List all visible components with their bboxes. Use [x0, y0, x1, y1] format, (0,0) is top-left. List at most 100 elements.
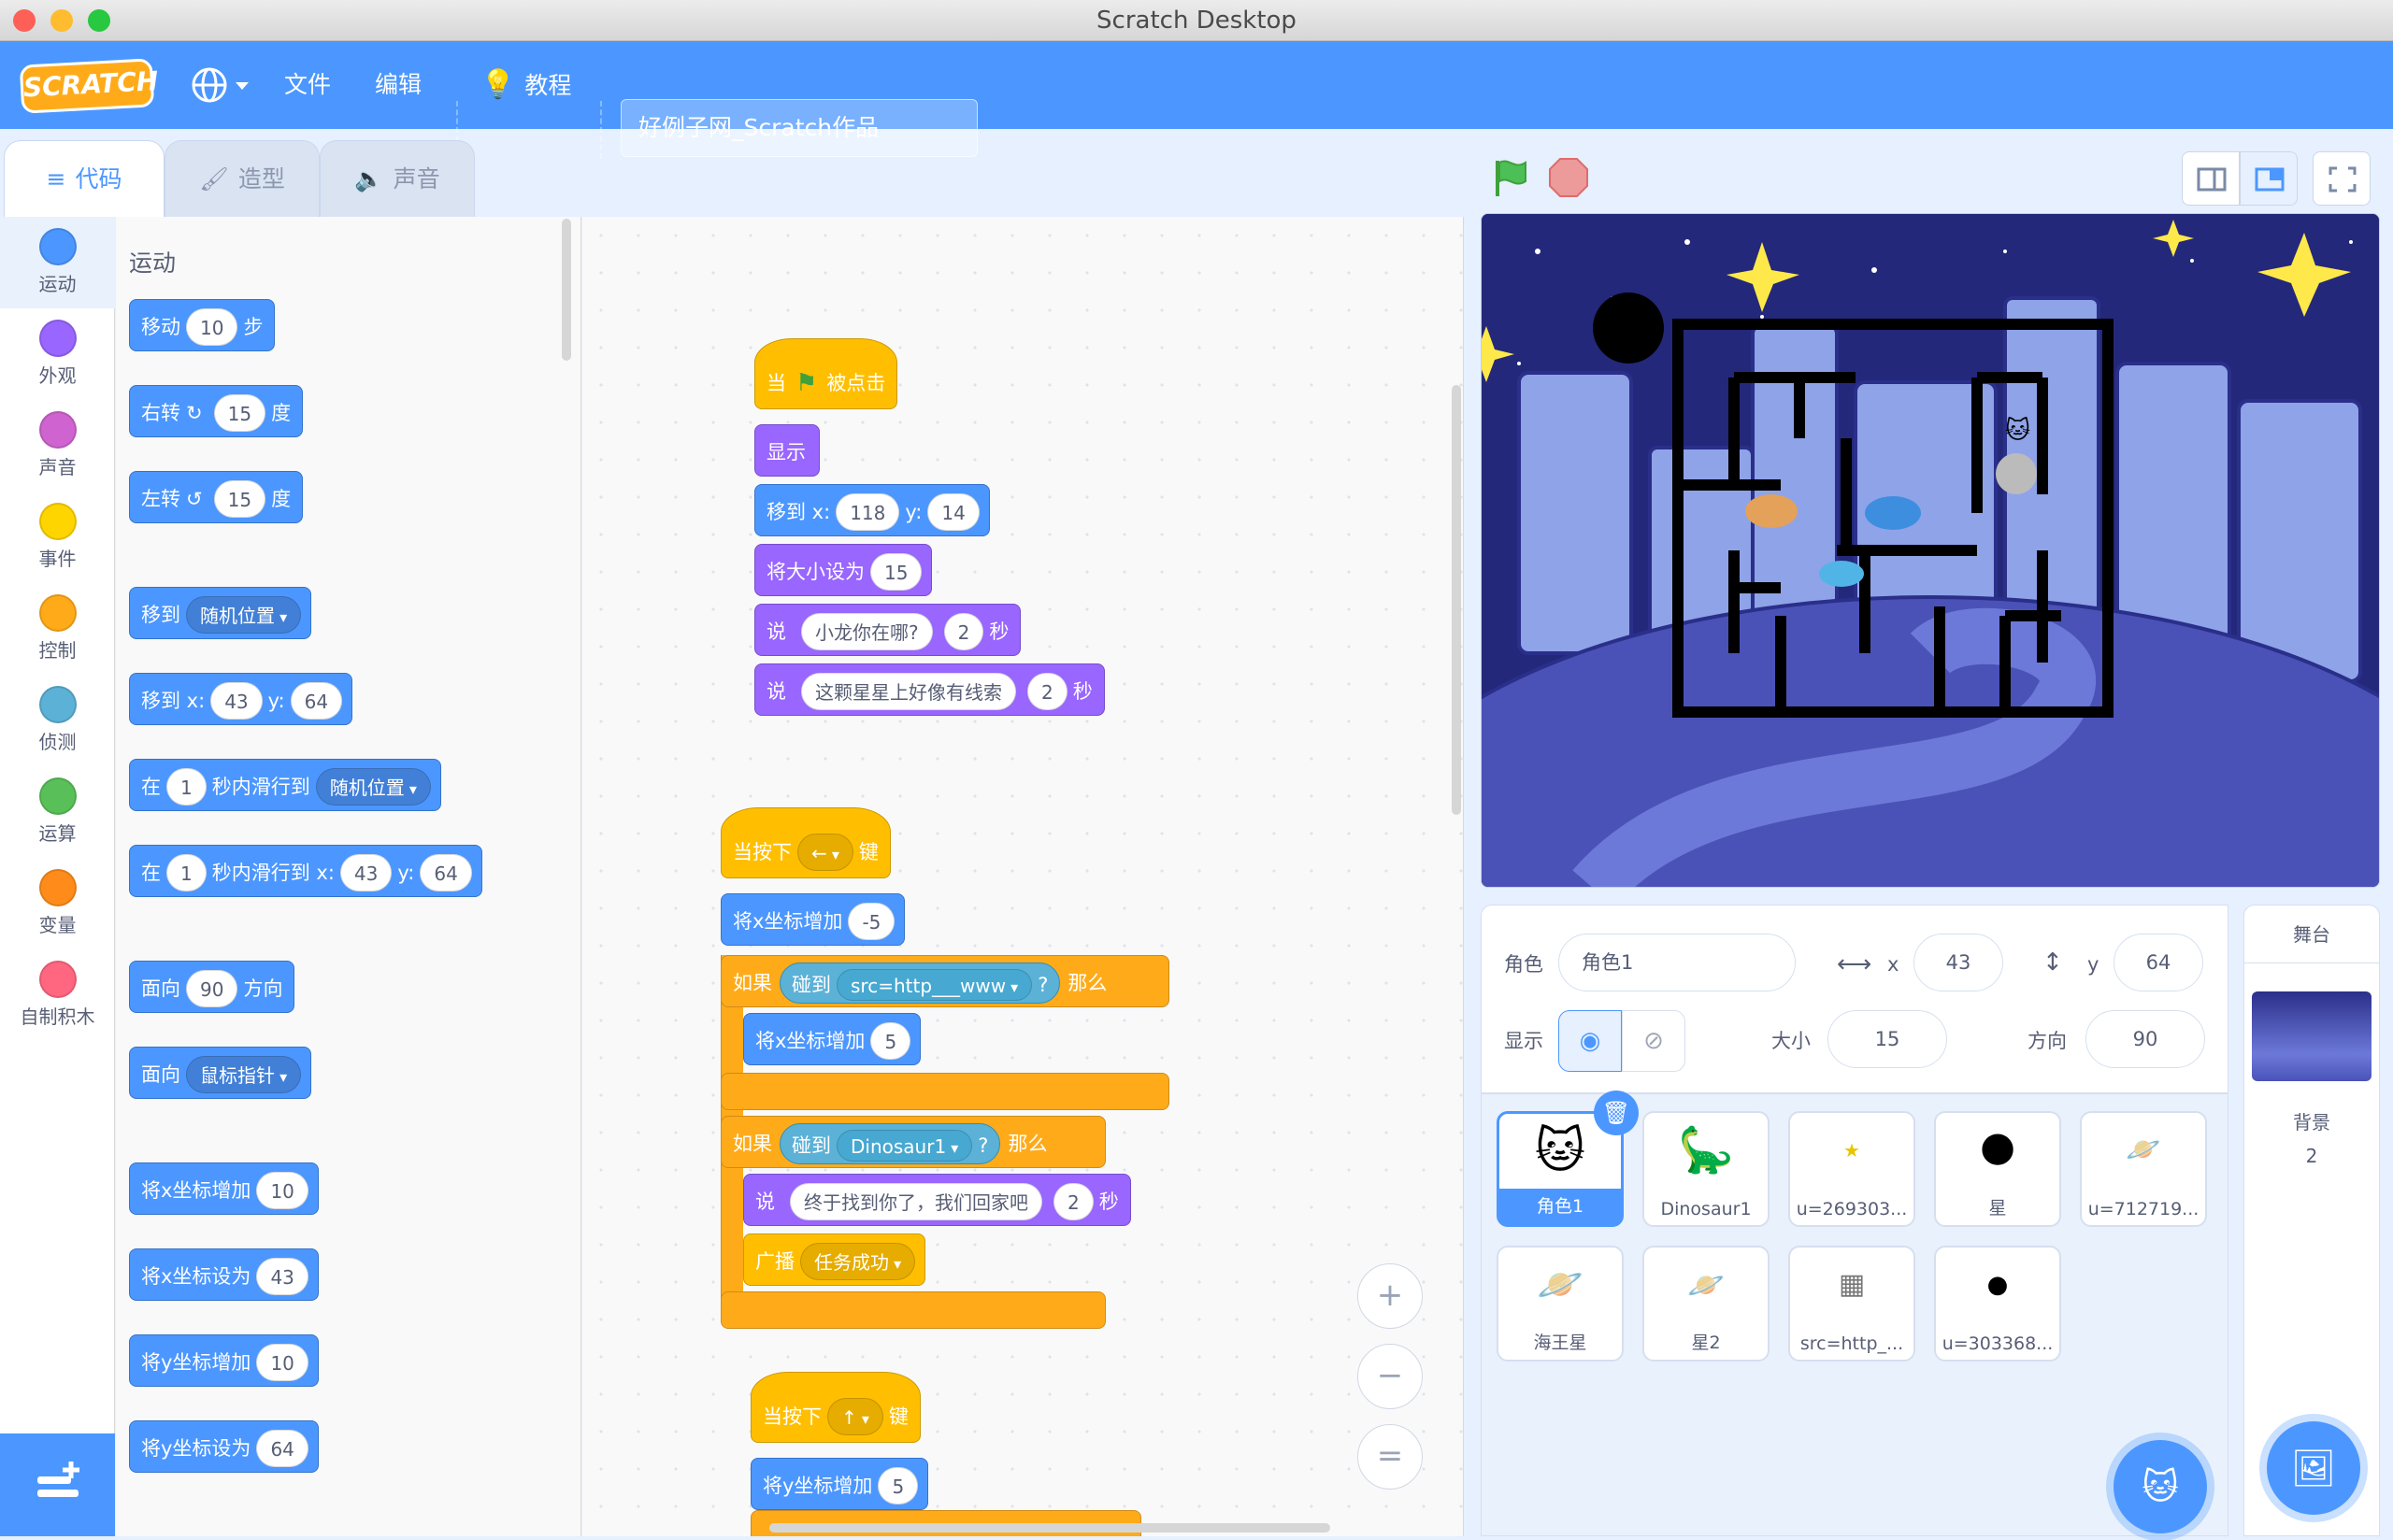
block-dropdown[interactable]: Dinosaur1	[837, 1130, 973, 1162]
block-say-for-secs[interactable]: 说小龙你在哪? 2 秒	[754, 604, 1022, 656]
block-broadcast[interactable]: 广播 任务成功	[743, 1233, 926, 1286]
category-control[interactable]: 控制	[0, 583, 115, 675]
block-dropdown[interactable]: 鼠标指针	[186, 1056, 302, 1093]
block-number-input[interactable]: 1	[166, 768, 207, 806]
block-number-input[interactable]: 14	[927, 493, 980, 531]
category-looks[interactable]: 外观	[0, 308, 115, 400]
block-dropdown[interactable]: 随机位置	[186, 596, 302, 634]
block-go-to-xy[interactable]: 移到 x: 118 y: 14	[754, 484, 990, 536]
category-sound[interactable]: 声音	[0, 400, 115, 492]
block-if-then[interactable]: 如果碰到 src=http___www? 那么	[721, 955, 1169, 1007]
block-number-input[interactable]: 1	[166, 854, 207, 891]
small-stage-button[interactable]	[2182, 151, 2240, 206]
category-variables[interactable]: 变量	[0, 858, 115, 949]
block-point-direction[interactable]: 面向 90 方向	[129, 961, 295, 1013]
category-operators[interactable]: 运算	[0, 766, 115, 858]
language-menu[interactable]	[187, 41, 254, 129]
block-text-input[interactable]: 终于找到你了，我们回家吧	[790, 1183, 1042, 1220]
block-number-input[interactable]: 2	[1053, 1183, 1094, 1220]
block-number-input[interactable]: 10	[186, 308, 238, 346]
sprite-tile[interactable]: ★ u=269303...	[1788, 1111, 1915, 1227]
category-motion[interactable]: 运动	[0, 217, 115, 308]
block-number-input[interactable]: 15	[213, 394, 266, 432]
choose-backdrop-button[interactable]: 🖼	[2267, 1421, 2360, 1515]
zoom-reset-button[interactable]: =	[1357, 1424, 1423, 1490]
block-glide-to-xy[interactable]: 在 1 秒内滑行到 x: 43 y: 64	[129, 845, 482, 897]
sprite-size-input[interactable]: 15	[1827, 1010, 1947, 1068]
block-number-input[interactable]: 43	[256, 1258, 308, 1295]
choose-sprite-button[interactable]: 🐱	[2114, 1440, 2207, 1533]
block-touching[interactable]: 碰到 Dinosaur1?	[780, 1123, 1001, 1164]
block-dropdown[interactable]: ←	[797, 834, 853, 871]
sprite-x-input[interactable]: 43	[1913, 934, 2003, 991]
sprite-y-input[interactable]: 64	[2114, 934, 2203, 991]
block-set-y[interactable]: 将y坐标设为 64	[129, 1420, 319, 1473]
block-number-input[interactable]: 43	[339, 854, 393, 891]
block-when-key-pressed[interactable]: 当按下↑键	[751, 1372, 921, 1443]
block-number-input[interactable]: 15	[213, 480, 266, 518]
sprite-tile[interactable]: 🦕 Dinosaur1	[1642, 1111, 1770, 1227]
block-text-input[interactable]: 小龙你在哪?	[801, 613, 933, 650]
block-change-y[interactable]: 将y坐标增加 5	[751, 1458, 929, 1510]
tutorials-menu[interactable]: 💡 教程	[480, 41, 571, 129]
block-set-x[interactable]: 将x坐标设为 43	[129, 1248, 319, 1301]
block-dropdown[interactable]: ↑	[827, 1398, 883, 1435]
block-go-to[interactable]: 移到 随机位置	[129, 587, 312, 639]
block-number-input[interactable]: 5	[878, 1467, 919, 1504]
fullscreen-button[interactable]	[2313, 151, 2371, 206]
block-text-input[interactable]: 这颗星星上好像有线索	[801, 673, 1016, 710]
category-events[interactable]: 事件	[0, 492, 115, 583]
delete-sprite-button[interactable]: 🗑	[1594, 1091, 1639, 1135]
block-number-input[interactable]: -5	[848, 903, 896, 940]
stop-button[interactable]	[1548, 157, 1589, 198]
block-number-input[interactable]: 2	[943, 613, 984, 650]
category-my-blocks[interactable]: 自制积木	[0, 949, 115, 1041]
sprite-tile[interactable]: ▦ src=http_...	[1788, 1246, 1915, 1362]
block-number-input[interactable]: 118	[836, 493, 900, 531]
block-change-x[interactable]: 将x坐标增加 -5	[721, 893, 906, 946]
block-dropdown[interactable]: src=http___www	[837, 969, 1033, 1001]
block-change-x[interactable]: 将x坐标增加 5	[743, 1013, 922, 1065]
block-when-flag-clicked[interactable]: 当 ⚑ 被点击	[754, 338, 898, 409]
file-menu[interactable]: 文件	[284, 41, 331, 129]
script-area[interactable]: 当 ⚑ 被点击 显示 移到 x: 118 y: 14 将大小设为 15 说小龙你在哪? 2 秒 …	[582, 217, 1464, 1536]
block-number-input[interactable]: 5	[870, 1022, 911, 1060]
block-change-y[interactable]: 将y坐标增加 10	[129, 1334, 319, 1387]
edit-menu[interactable]: 编辑	[375, 41, 422, 129]
scratch-logo[interactable]: SCRATCH	[19, 58, 159, 114]
sprite-tile[interactable]: 🪐 星2	[1642, 1246, 1770, 1362]
block-show[interactable]: 显示	[754, 424, 820, 477]
block-say-for-secs[interactable]: 说这颗星星上好像有线索 2 秒	[754, 663, 1105, 716]
block-number-input[interactable]: 2	[1027, 673, 1068, 710]
block-number-input[interactable]: 64	[420, 854, 472, 891]
sprite-tile[interactable]: 🪐 u=712719...	[2080, 1111, 2207, 1227]
tab-sounds[interactable]: 🔈 声音	[320, 140, 475, 217]
block-number-input[interactable]: 43	[210, 682, 263, 720]
block-number-input[interactable]: 64	[290, 682, 343, 720]
sprite-name-input[interactable]: 角色1	[1558, 934, 1796, 991]
block-change-x[interactable]: 将x坐标增加 10	[129, 1162, 319, 1215]
show-sprite-button[interactable]: ◉	[1558, 1010, 1622, 1072]
script-horizontal-scrollbar[interactable]	[769, 1523, 1330, 1533]
block-turn-left[interactable]: 左转 ↺ 15 度	[129, 471, 304, 523]
category-sensing[interactable]: 侦测	[0, 675, 115, 766]
stage-target-pane[interactable]: 舞台 背景 2 🖼	[2243, 905, 2380, 1536]
block-turn-right[interactable]: 右转 ↻ 15 度	[129, 385, 304, 437]
stage-canvas[interactable]: 🐱	[1481, 213, 2380, 888]
hide-sprite-button[interactable]: ⊘	[1622, 1010, 1685, 1072]
sprite-tile[interactable]: 🪐 海王星	[1497, 1246, 1624, 1362]
block-touching[interactable]: 碰到 src=http___www?	[780, 962, 1061, 1004]
green-flag-button[interactable]	[1488, 155, 1533, 200]
script-vertical-scrollbar[interactable]	[1452, 385, 1461, 815]
block-say-for-secs[interactable]: 说终于找到你了，我们回家吧 2 秒	[743, 1174, 1131, 1226]
tab-costumes[interactable]: 🖌 造型	[165, 140, 320, 217]
block-number-input[interactable]: 10	[256, 1344, 308, 1381]
block-number-input[interactable]: 90	[186, 970, 238, 1007]
sprite-direction-input[interactable]: 90	[2085, 1010, 2205, 1068]
block-glide-to[interactable]: 在 1 秒内滑行到 随机位置	[129, 759, 441, 811]
block-number-input[interactable]: 15	[870, 553, 923, 591]
add-extension-button[interactable]	[0, 1433, 115, 1536]
large-stage-button[interactable]	[2240, 151, 2298, 206]
sprite-tile[interactable]: ● u=303368...	[1934, 1246, 2061, 1362]
block-go-to-xy[interactable]: 移到 x: 43 y: 64	[129, 673, 353, 725]
